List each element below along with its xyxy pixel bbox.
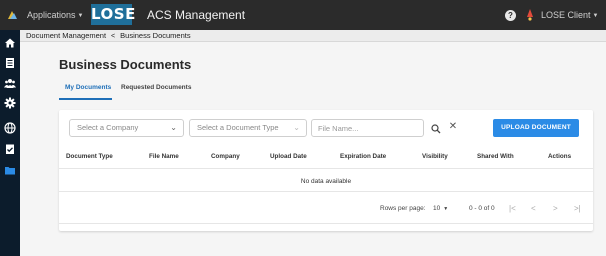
upload-document-button[interactable]: UPLOAD DOCUMENT: [493, 119, 579, 137]
documents-card: Select a Company ⌄ Select a Document Typ…: [59, 110, 593, 231]
column-header[interactable]: Shared With: [477, 153, 514, 160]
empty-state-text: No data available: [300, 178, 352, 185]
sidebar: [0, 30, 20, 256]
column-header[interactable]: Company: [211, 153, 240, 160]
list-icon[interactable]: [4, 57, 16, 69]
column-header[interactable]: File Name: [149, 153, 179, 160]
prev-page-icon[interactable]: <: [531, 204, 536, 213]
user-avatar-icon[interactable]: [524, 8, 536, 21]
app-logo-icon[interactable]: [6, 8, 18, 20]
last-page-icon[interactable]: >|: [574, 204, 581, 213]
rows-per-page-value: 10: [433, 205, 441, 212]
divider: [59, 191, 593, 192]
users-icon[interactable]: [4, 77, 16, 89]
column-header[interactable]: Visibility: [422, 153, 448, 160]
home-icon[interactable]: [4, 37, 16, 49]
rows-per-page-select[interactable]: 10 ▼: [433, 205, 448, 212]
applications-menu[interactable]: Applications ▼: [27, 10, 83, 20]
tab-my-documents[interactable]: My Documents: [65, 84, 111, 91]
breadcrumb-separator: <: [111, 33, 116, 40]
pagination: Rows per page: 10 ▼ 0 - 0 of 0 |< < > >|: [59, 204, 593, 217]
top-bar: Applications ▼ LOSE ACS Management ? LOSE…: [0, 0, 606, 30]
column-header[interactable]: Actions: [548, 153, 571, 160]
chevron-down-icon: ▼: [77, 13, 84, 19]
breadcrumb: Document Management < Business Documents: [20, 30, 606, 42]
company-select[interactable]: Select a Company ⌄: [69, 119, 184, 137]
page-title: Business Documents: [59, 57, 192, 72]
brand-logo[interactable]: LOSE: [91, 4, 135, 25]
app-title: ACS Management: [147, 8, 246, 22]
document-type-select[interactable]: Select a Document Type ⌄: [189, 119, 307, 137]
column-header[interactable]: Document Type: [66, 153, 113, 160]
column-header[interactable]: Upload Date: [270, 153, 307, 160]
chevron-down-icon: ▼: [592, 13, 599, 19]
first-page-icon[interactable]: |<: [509, 204, 516, 213]
next-page-icon[interactable]: >: [553, 204, 558, 213]
active-tab-indicator: [59, 98, 112, 100]
close-icon[interactable]: ✕: [447, 121, 459, 133]
file-name-input[interactable]: [311, 119, 424, 137]
rows-per-page-label: Rows per page:: [380, 205, 426, 212]
table-header: Document Type File Name Company Upload D…: [59, 153, 593, 167]
user-menu[interactable]: LOSE Client ▼: [541, 10, 598, 20]
column-header[interactable]: Expiration Date: [340, 153, 386, 160]
breadcrumb-current: Business Documents: [120, 31, 191, 40]
chevron-down-icon: ▼: [443, 206, 449, 212]
clipboard-check-icon[interactable]: [4, 143, 16, 155]
applications-menu-label: Applications: [27, 10, 76, 20]
gear-icon[interactable]: [4, 97, 16, 109]
chevron-down-icon: ⌄: [293, 123, 300, 132]
chevron-down-icon: ⌄: [170, 123, 177, 132]
user-name-label: LOSE Client: [541, 10, 591, 20]
document-type-select-placeholder: Select a Document Type: [197, 123, 279, 132]
divider: [59, 168, 593, 169]
breadcrumb-root[interactable]: Document Management: [26, 31, 106, 40]
company-select-placeholder: Select a Company: [77, 123, 139, 132]
search-icon[interactable]: [430, 122, 442, 134]
tab-requested-documents[interactable]: Requested Documents: [121, 84, 191, 91]
divider: [59, 223, 593, 224]
pagination-range: 0 - 0 of 0: [469, 205, 495, 212]
help-icon[interactable]: ?: [505, 10, 516, 21]
folder-icon[interactable]: [4, 164, 16, 176]
globe-icon[interactable]: [4, 122, 16, 134]
